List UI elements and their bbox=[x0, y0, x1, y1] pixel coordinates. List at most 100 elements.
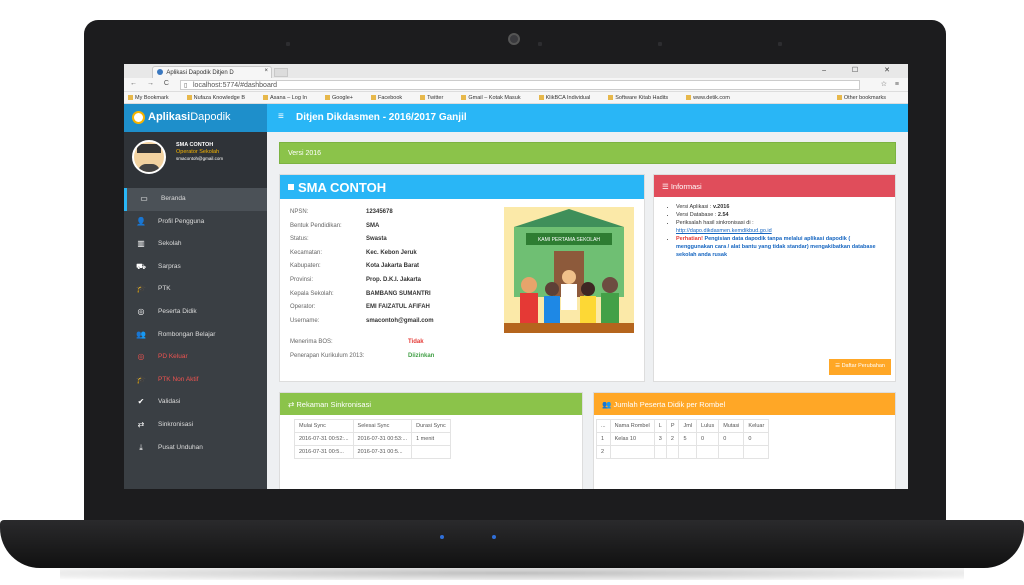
table-cell: 2 bbox=[596, 445, 611, 459]
table-row[interactable]: 2016-07-31 00:52:... 2016-07-31 00:53:...… bbox=[294, 432, 451, 446]
table-cell: 1 bbox=[596, 432, 611, 446]
column-header[interactable]: Durasi Sync bbox=[411, 419, 451, 433]
field-value: Swasta bbox=[366, 236, 387, 243]
sidebar-item-beranda[interactable]: ▭ Beranda bbox=[124, 188, 267, 211]
table-row[interactable]: 2 bbox=[596, 445, 770, 459]
bookmark-item[interactable]: Google+ bbox=[325, 95, 362, 101]
car-icon: ⛟ bbox=[136, 261, 147, 271]
brand-bold: Aplikasi bbox=[148, 111, 191, 123]
column-header[interactable]: Keluar bbox=[743, 419, 770, 433]
sidebar-item-sekolah[interactable]: ▥ Sekolah bbox=[124, 233, 267, 256]
bookmark-item[interactable]: Gmail – Kotak Masuk bbox=[461, 95, 529, 101]
informasi-header: ☰ Informasi bbox=[654, 175, 895, 197]
field-value: BAMBANG SUMANTRI bbox=[366, 290, 431, 297]
table-cell: 2016-07-31 00:53:... bbox=[352, 432, 413, 446]
column-header[interactable]: ... bbox=[596, 419, 611, 433]
browser-tab[interactable]: Aplikasi Dapodik Ditjen D × bbox=[152, 66, 272, 78]
group-icon: 👥 bbox=[136, 329, 146, 339]
bookmark-item[interactable]: Twitter bbox=[420, 95, 452, 101]
field-label: Bentuk Pendidikan: bbox=[290, 222, 342, 229]
other-bookmarks[interactable]: Other bookmarks bbox=[836, 95, 895, 101]
sidebar-item-pd-keluar[interactable]: ◎ PD Keluar bbox=[124, 346, 267, 369]
table-row[interactable]: 1 Kelas 10 3 2 5 0 0 0 bbox=[596, 432, 770, 446]
exchange-icon: ⇄ bbox=[137, 419, 145, 429]
top-navbar: AplikasiDapodik ≡ Ditjen Dikdasmen - 201… bbox=[124, 104, 908, 132]
window-controls[interactable]: – ☐ ✕ bbox=[822, 66, 902, 74]
table-cell: 2 bbox=[665, 432, 680, 446]
table-cell bbox=[653, 445, 667, 459]
sidebar-item-validasi[interactable]: ✔ Validasi bbox=[124, 391, 267, 414]
svg-text:KAMI PERTAMA SEKOLAH: KAMI PERTAMA SEKOLAH bbox=[538, 237, 600, 243]
bookmark-item[interactable]: KlikBCA Individual bbox=[538, 95, 600, 101]
sidebar-item-pusat-unduhan[interactable]: ⤓ Pusat Unduhan bbox=[124, 437, 267, 460]
table-cell: 1 menit bbox=[411, 432, 451, 446]
field-label: Operator: bbox=[290, 304, 316, 311]
navigation-icons[interactable]: ← → C bbox=[130, 80, 173, 87]
app-brand[interactable]: AplikasiDapodik bbox=[124, 104, 267, 132]
column-header[interactable]: Selesai Sync bbox=[352, 419, 413, 433]
changes-button[interactable]: ☰ Daftar Perubahan bbox=[829, 359, 891, 375]
circle-user-icon: ◎ bbox=[137, 306, 145, 316]
webcam-icon bbox=[508, 33, 520, 45]
informasi-panel: ☰ Informasi Versi Aplikasi : v.2016 Vers… bbox=[653, 174, 896, 382]
status-led bbox=[492, 535, 496, 539]
column-header[interactable]: L bbox=[653, 419, 667, 433]
column-header[interactable]: Lulus bbox=[696, 419, 720, 433]
sidebar-item-label: Sekolah bbox=[158, 240, 182, 248]
sidebar-item-profil-pengguna[interactable]: 👤 Profil Pengguna bbox=[124, 211, 267, 234]
graduation-off-icon: 🎓 bbox=[136, 374, 146, 384]
sidebar-item-ptk-non-aktif[interactable]: 🎓 PTK Non Aktif bbox=[124, 369, 267, 392]
sidebar-item-sarpras[interactable]: ⛟ Sarpras bbox=[124, 256, 267, 279]
sidebar-item-label: Beranda bbox=[161, 195, 186, 202]
lid-dot bbox=[778, 42, 782, 46]
field-label: Username: bbox=[290, 317, 320, 324]
field-value: EMI FAIZATUL AFIFAH bbox=[366, 304, 430, 311]
close-tab-icon[interactable]: × bbox=[264, 68, 268, 74]
column-header[interactable]: Jml bbox=[678, 419, 698, 433]
laptop-screen: Aplikasi Dapodik Ditjen D × – ☐ ✕ ← → C … bbox=[124, 64, 908, 489]
bookmark-item[interactable]: Asana – Log In bbox=[263, 95, 316, 101]
bookmark-item[interactable]: Software Kitab Hadits bbox=[608, 95, 677, 101]
dapo-link[interactable]: http://dapo.dikdasmen.kemdikbud.go.id bbox=[676, 228, 772, 234]
bos-value: Tidak bbox=[408, 339, 424, 345]
bookmark-item[interactable]: My Bookmark bbox=[128, 95, 178, 101]
sidebar-item-peserta-didik[interactable]: ◎ Peserta Didik bbox=[124, 301, 267, 324]
new-tab-button[interactable] bbox=[274, 68, 288, 77]
school-title: SMA CONTOH bbox=[298, 180, 387, 195]
column-header[interactable]: P bbox=[665, 419, 680, 433]
version-bar: Versi 2016 bbox=[279, 142, 896, 164]
bookmark-item[interactable]: www.detik.com bbox=[686, 95, 739, 101]
check-icon: ✔ bbox=[137, 397, 145, 407]
sync-title: Rekaman Sinkronisasi bbox=[296, 400, 371, 409]
bookmark-item[interactable]: Nufaza Knowledge B bbox=[186, 95, 254, 101]
sidebar-item-ptk[interactable]: 🎓 PTK bbox=[124, 278, 267, 301]
informasi-list: Versi Aplikasi : v.2016 Versi Database :… bbox=[654, 197, 895, 259]
sidebar-item-rombongan-belajar[interactable]: 👥 Rombongan Belajar bbox=[124, 324, 267, 347]
table-cell: 0 bbox=[743, 432, 770, 446]
column-header[interactable]: Nama Rombel bbox=[609, 419, 655, 433]
column-header[interactable]: Mutasi bbox=[718, 419, 745, 433]
sidebar-item-label: PD Keluar bbox=[158, 353, 188, 361]
field-value: SMA bbox=[366, 222, 380, 229]
star-menu-icons[interactable]: ☆ ≡ bbox=[881, 80, 902, 88]
kurikulum-value: Diizinkan bbox=[408, 353, 435, 359]
bos-row: Menerima BOS: Tidak bbox=[290, 339, 424, 345]
table-row[interactable]: 2016-07-31 00:5... 2016-07-31 00:5... bbox=[294, 445, 451, 459]
informasi-title: Informasi bbox=[670, 182, 702, 191]
kurikulum-row: Penerapan Kurikulum 2013: Diizinkan bbox=[290, 353, 435, 359]
url-input[interactable]: ▯ localhost:5774/#dashboard bbox=[180, 80, 860, 90]
school-field-row: NPSN: 12345678 bbox=[290, 209, 393, 215]
alert-item: Perhatian! Pengisian data dapodik tanpa … bbox=[676, 235, 887, 259]
graduation-icon: 🎓 bbox=[136, 284, 146, 294]
field-value: Kota Jakarta Barat bbox=[366, 263, 420, 270]
school-panel: SMA CONTOH NPSN: 12345678 Bentuk Pendidika… bbox=[279, 174, 645, 382]
sidebar-item-label: Peserta Didik bbox=[158, 307, 197, 315]
bookmark-item[interactable]: Facebook bbox=[370, 95, 411, 101]
profile-email: smacontoh@gmail.com bbox=[176, 156, 224, 161]
column-header[interactable]: Mulai Sync bbox=[294, 419, 354, 433]
table-cell bbox=[609, 445, 655, 459]
circle-user-out-icon: ◎ bbox=[137, 352, 145, 362]
sidebar-item-sinkronisasi[interactable]: ⇄ Sinkronisasi bbox=[124, 414, 267, 437]
sync-header: ⇄ Rekaman Sinkronisasi bbox=[280, 393, 582, 415]
hamburger-icon[interactable]: ≡ bbox=[278, 111, 284, 122]
